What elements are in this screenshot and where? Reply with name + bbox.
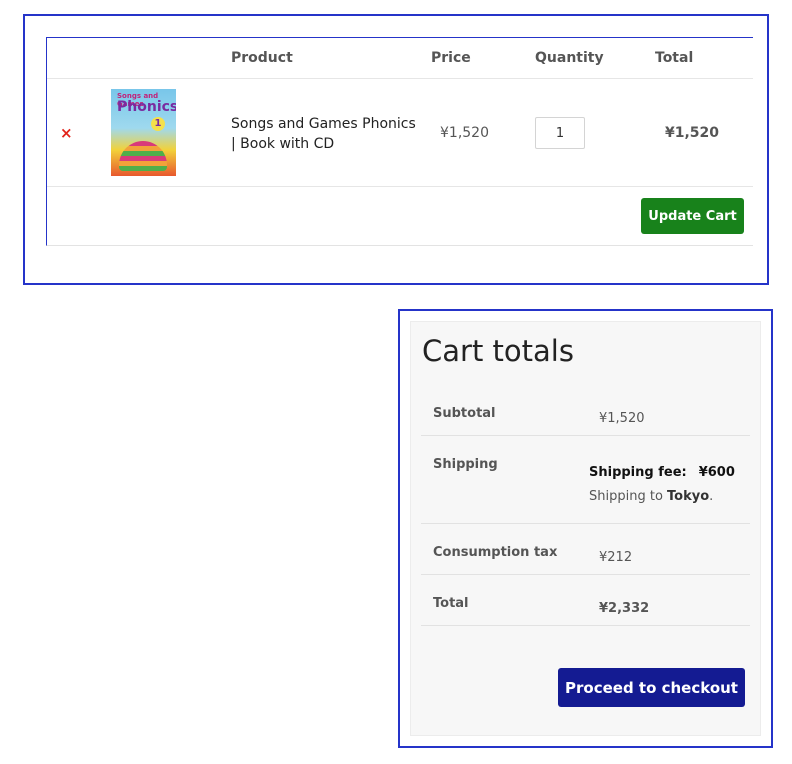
item-price: ¥1,520 xyxy=(440,125,489,141)
shipping-fee: Shipping fee: ¥600 xyxy=(589,465,735,480)
shipping-fee-value: ¥600 xyxy=(698,465,735,480)
cart-totals-box: Cart totals Subtotal ¥1,520 Shipping Shi… xyxy=(410,321,761,736)
shipping-fee-label: Shipping fee: xyxy=(589,465,687,480)
shipping-label: Shipping xyxy=(433,457,498,472)
product-thumbnail[interactable]: Songs and Games Phonics 1 xyxy=(111,89,176,176)
consumption-tax-value: ¥212 xyxy=(599,550,633,565)
product-name-link[interactable]: Songs and Games Phonics | Book with CD xyxy=(231,114,421,154)
subtotal-value: ¥1,520 xyxy=(599,411,645,426)
cart-panel: Product Price Quantity Total × Songs and… xyxy=(23,14,769,285)
header-divider xyxy=(47,78,753,79)
shipping-to-suffix: . xyxy=(709,489,714,504)
total-label: Total xyxy=(433,596,469,611)
tax-divider xyxy=(421,574,750,575)
cart-totals-title: Cart totals xyxy=(422,334,574,368)
cart-totals-panel: Cart totals Subtotal ¥1,520 Shipping Shi… xyxy=(398,309,773,748)
header-product: Product xyxy=(231,50,293,66)
thumbnail-number: 1 xyxy=(151,117,165,131)
quantity-input[interactable] xyxy=(535,117,585,149)
remove-item-icon[interactable]: × xyxy=(60,124,73,142)
header-price: Price xyxy=(431,50,471,66)
total-value: ¥2,332 xyxy=(599,601,650,616)
proceed-to-checkout-button[interactable]: Proceed to checkout xyxy=(558,668,745,707)
cart-table: Product Price Quantity Total × Songs and… xyxy=(46,37,753,246)
consumption-tax-label: Consumption tax xyxy=(433,545,558,560)
shipping-to-place: Tokyo xyxy=(667,489,710,504)
shipping-to-prefix: Shipping to xyxy=(589,489,668,504)
shipping-divider xyxy=(421,523,750,524)
subtotal-divider xyxy=(421,435,750,436)
header-quantity: Quantity xyxy=(535,50,604,66)
item-divider xyxy=(47,186,753,187)
header-total: Total xyxy=(655,50,694,66)
shipping-destination: Shipping to Tokyo. xyxy=(589,489,713,504)
update-cart-button[interactable]: Update Cart xyxy=(641,198,744,234)
thumbnail-illustration xyxy=(119,141,167,171)
subtotal-label: Subtotal xyxy=(433,406,496,421)
item-total: ¥1,520 xyxy=(665,125,720,141)
thumbnail-title: Phonics xyxy=(117,99,176,115)
total-divider xyxy=(421,625,750,626)
